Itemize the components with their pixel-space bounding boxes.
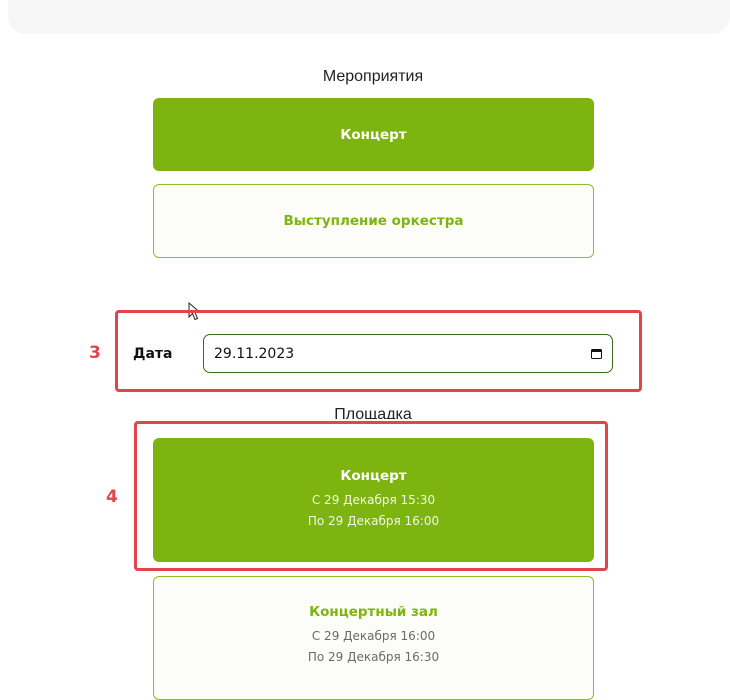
calendar-icon[interactable] (591, 348, 602, 359)
annotation-marker-4: 4 (106, 487, 118, 507)
venue-option-end: По 29 Декабря 16:30 (307, 650, 440, 664)
date-field[interactable]: 29.11.2023 (203, 334, 613, 373)
events-heading: Мероприятия (322, 68, 424, 85)
event-option-concert[interactable]: Концерт (153, 98, 594, 171)
venue-option-title: Концертный зал (309, 604, 438, 620)
event-option-label: Выступление оркестра (283, 213, 464, 229)
venues-heading: Площадка (334, 406, 412, 419)
annotation-box-venue (134, 421, 608, 571)
event-option-label: Концерт (340, 127, 407, 143)
date-label: Дата (133, 346, 173, 362)
date-value: 29.11.2023 (214, 345, 295, 362)
top-panel-edge (8, 0, 730, 34)
venue-option-concert-hall[interactable]: Концертный зал С 29 Декабря 16:00 По 29 … (153, 576, 594, 700)
venue-option-start: С 29 Декабря 16:00 (311, 629, 436, 643)
annotation-marker-3: 3 (89, 343, 101, 363)
event-option-orchestra[interactable]: Выступление оркестра (153, 184, 594, 258)
